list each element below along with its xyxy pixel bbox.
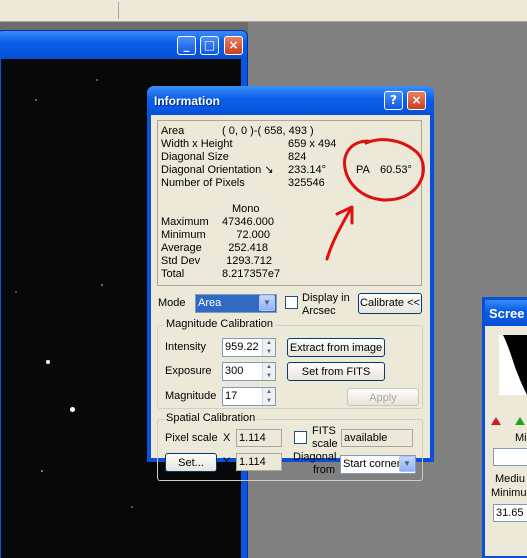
intensity-label: Intensity	[165, 341, 206, 353]
mode-label: Mode	[158, 297, 186, 309]
intensity-value: 959.22	[225, 341, 259, 353]
exposure-spinner[interactable]: ▲ ▼	[262, 363, 275, 380]
close-icon[interactable]: ×	[407, 91, 426, 110]
histogram-curve	[503, 335, 527, 395]
average-label: Average	[161, 242, 202, 254]
diagonal-from-label-2: from	[313, 464, 335, 476]
area-label: Area	[161, 125, 185, 137]
fits-scale-status: available	[341, 429, 413, 447]
number-of-pixels-value: 325546	[288, 177, 325, 189]
display-arcsec-checkbox[interactable]	[285, 296, 298, 309]
exposure-label: Exposure	[165, 365, 212, 377]
set-pixel-scale-button[interactable]: Set...	[165, 453, 217, 472]
screen-minimum-label: Minimu	[491, 487, 527, 499]
magnitude-spinner[interactable]: ▲ ▼	[262, 388, 275, 405]
screen-mi-label: Mi	[515, 432, 527, 444]
total-value: 8.217357e7	[222, 268, 281, 280]
statistics-panel: Area ( 0, 0 )-( 658, 493 ) Width x Heigh…	[157, 120, 422, 286]
fits-scale-label-1: FITS	[312, 425, 336, 437]
maximum-value: 47346.000	[222, 216, 274, 228]
screen-minimum-value[interactable]: 31.65	[493, 504, 527, 522]
image-window-titlebar[interactable]: _ □ ×	[0, 31, 247, 59]
mono-header: Mono	[232, 203, 260, 215]
menu-bar	[0, 0, 527, 22]
magnitude-calibration-legend: Magnitude Calibration	[164, 318, 276, 330]
minimum-value: 72.000	[236, 229, 270, 241]
histogram-panel	[499, 335, 527, 395]
average-value: 252.418	[228, 242, 268, 254]
exposure-value: 300	[225, 365, 244, 377]
intensity-spinner[interactable]: ▲ ▼	[262, 339, 275, 356]
set-from-fits-button[interactable]: Set from FITS	[287, 362, 385, 381]
fits-scale-label-2: scale	[312, 438, 338, 450]
star	[70, 407, 75, 412]
display-arcsec-label-1: Display in	[302, 292, 350, 304]
diagonal-orientation-label: Diagonal Orientation ↘	[161, 164, 274, 176]
chevron-down-icon[interactable]: ▼	[399, 456, 415, 472]
screen-window: Scree Mi Mediu Minimu 31.65	[482, 297, 527, 558]
apply-button[interactable]: Apply	[347, 388, 419, 406]
slider-markers[interactable]	[490, 415, 527, 427]
chevron-down-icon[interactable]: ▼	[259, 295, 275, 311]
fits-scale-checkbox[interactable]	[294, 431, 307, 444]
total-label: Total	[161, 268, 185, 280]
help-icon[interactable]: ?	[384, 91, 403, 110]
screen-input[interactable]	[493, 448, 527, 466]
minimum-label: Minimum	[161, 229, 206, 241]
diagonal-from-value: Start corner	[343, 458, 401, 470]
screen-medium-label: Mediu	[495, 473, 525, 485]
information-titlebar[interactable]: Information ? ×	[147, 86, 434, 115]
spatial-calibration-legend: Spatial Calibration	[164, 412, 258, 424]
calibrate-button[interactable]: Calibrate <<	[358, 293, 422, 314]
diagonal-size-value: 824	[288, 151, 307, 163]
extract-from-image-button[interactable]: Extract from image	[287, 338, 385, 357]
mode-value: Area	[198, 297, 222, 309]
area-value: ( 0, 0 )-( 658, 493 )	[222, 125, 314, 137]
magnitude-value: 17	[225, 390, 238, 402]
menu-separator	[118, 2, 119, 19]
width-height-value: 659 x 494	[288, 138, 337, 150]
pixel-scale-label: Pixel scale	[165, 432, 218, 444]
diagonal-size-label: Diagonal Size	[161, 151, 229, 163]
star	[46, 360, 50, 364]
display-arcsec-label-2: Arcsec	[302, 305, 336, 317]
minimize-icon[interactable]: _	[177, 36, 196, 55]
number-of-pixels-label: Number of Pixels	[161, 177, 245, 189]
pa-label: PA	[356, 164, 370, 176]
maximum-label: Maximum	[161, 216, 209, 228]
pa-value: 60.53°	[380, 164, 412, 176]
star	[15, 291, 17, 293]
width-height-label: Width x Height	[161, 138, 233, 150]
magnitude-label: Magnitude	[165, 390, 217, 402]
dialog-title: Information	[154, 94, 220, 108]
star	[131, 506, 133, 508]
pixel-scale-y-value: 1.114	[236, 453, 282, 471]
star	[101, 284, 103, 286]
pixel-scale-x-value: 1.114	[236, 429, 282, 447]
pixel-scale-y-label: Y	[223, 456, 231, 468]
maximize-icon[interactable]: □	[200, 36, 219, 55]
diagonal-from-label-1: Diagonal	[293, 451, 337, 463]
screen-window-title[interactable]: Scree	[485, 300, 527, 326]
star	[35, 99, 37, 101]
pixel-scale-x-label: X	[223, 432, 231, 444]
star	[41, 470, 43, 472]
std-dev-label: Std Dev	[161, 255, 201, 267]
diagonal-orientation-value: 233.14°	[288, 164, 327, 176]
std-dev-value: 1293.712	[226, 255, 272, 267]
star	[96, 79, 98, 81]
close-icon[interactable]: ×	[224, 36, 243, 55]
